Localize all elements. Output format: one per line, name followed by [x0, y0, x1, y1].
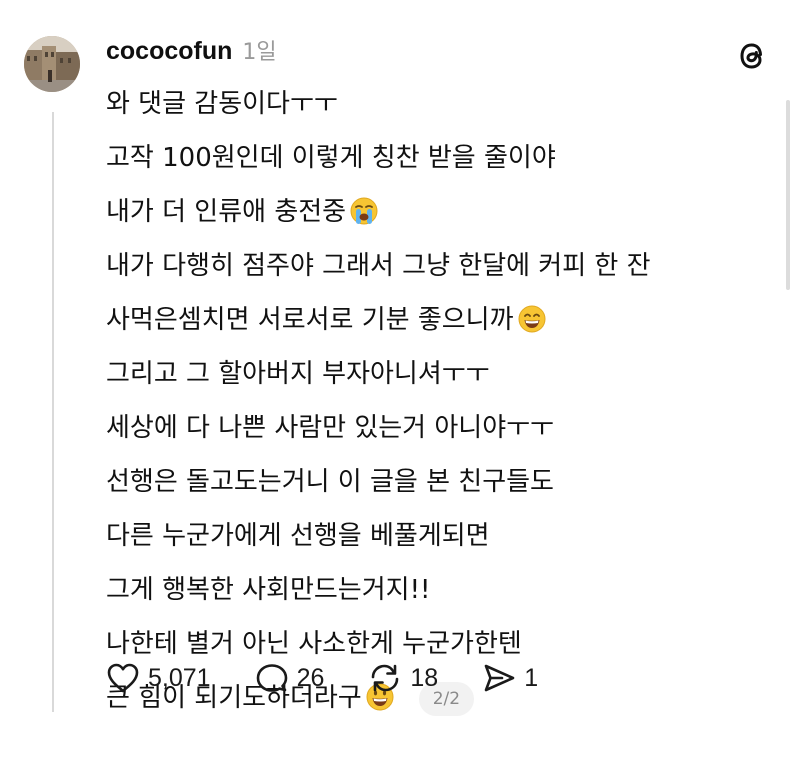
post-line-text: 사먹은셈치면 서로서로 기분 좋으니까	[106, 305, 514, 335]
heart-icon	[107, 663, 139, 693]
post-line-text: 고작 100원인데 이렇게 칭찬 받을 줄이야	[106, 143, 556, 173]
post-line: 와 댓글 감동이다ㅜㅜ	[106, 77, 746, 131]
repost-count: 18	[410, 663, 439, 692]
post-line: 사먹은셈치면 서로서로 기분 좋으니까	[106, 293, 746, 347]
grinning-face-icon	[518, 305, 546, 333]
avatar-image	[24, 36, 80, 92]
scrollbar[interactable]	[786, 100, 790, 290]
like-count: 5,071	[148, 663, 211, 692]
reply-button[interactable]: 26	[255, 662, 325, 694]
post-line: 고작 100원인데 이렇게 칭찬 받을 줄이야	[106, 131, 746, 185]
send-icon	[484, 664, 515, 692]
avatar[interactable]	[24, 36, 80, 92]
post-line-text: 그게 행복한 사회만드는거지!!	[106, 575, 431, 605]
post-line-text: 내가 더 인류애 충전중	[106, 197, 347, 227]
post-line-text: 나한테 별거 아닌 사소한게 누군가한텐	[106, 629, 522, 659]
username[interactable]: cococofun	[106, 37, 232, 66]
post-line: 내가 더 인류애 충전중	[106, 185, 746, 239]
post-line: 다른 누군가에게 선행을 베풀게되면	[106, 509, 746, 563]
post-line-text: 그리고 그 할아버지 부자아니셔ㅜㅜ	[106, 359, 490, 389]
post-line: 그게 행복한 사회만드는거지!!	[106, 563, 746, 617]
post-header: cococofun 1일	[106, 34, 277, 70]
repost-button[interactable]: 18	[368, 661, 438, 695]
post-line-text: 와 댓글 감동이다ㅜㅜ	[106, 89, 338, 119]
post-body: 와 댓글 감동이다ㅜㅜ 고작 100원인데 이렇게 칭찬 받을 줄이야 내가 더…	[106, 77, 746, 725]
post-line: 선행은 돌고도는거니 이 글을 본 친구들도	[106, 455, 746, 509]
repost-icon	[372, 664, 399, 692]
post-line-text: 내가 다행히 점주야 그래서 그냥 한달에 커피 한 잔	[106, 251, 651, 281]
like-button[interactable]: 5,071	[106, 662, 211, 694]
reply-count: 26	[296, 663, 325, 692]
post-line-text: 세상에 다 나쁜 사람만 있는거 아니야ㅜㅜ	[106, 413, 554, 443]
loudly-crying-face-icon	[350, 197, 378, 225]
action-bar: 5,071 26 18 1	[106, 660, 582, 696]
comment-bubble-icon	[256, 664, 287, 692]
post-line: 내가 다행히 점주야 그래서 그냥 한달에 커피 한 잔	[106, 239, 746, 293]
thread-line	[52, 112, 54, 712]
post-line: 그리고 그 할아버지 부자아니셔ㅜㅜ	[106, 347, 746, 401]
post-line-text: 다른 누군가에게 선행을 베풀게되면	[106, 521, 490, 551]
threads-logo-icon	[736, 38, 772, 74]
share-button[interactable]: 1	[482, 662, 538, 694]
post-line: 세상에 다 나쁜 사람만 있는거 아니야ㅜㅜ	[106, 401, 746, 455]
timestamp: 1일	[242, 40, 277, 65]
share-count: 1	[524, 663, 539, 692]
post-line-text: 선행은 돌고도는거니 이 글을 본 친구들도	[106, 467, 554, 497]
